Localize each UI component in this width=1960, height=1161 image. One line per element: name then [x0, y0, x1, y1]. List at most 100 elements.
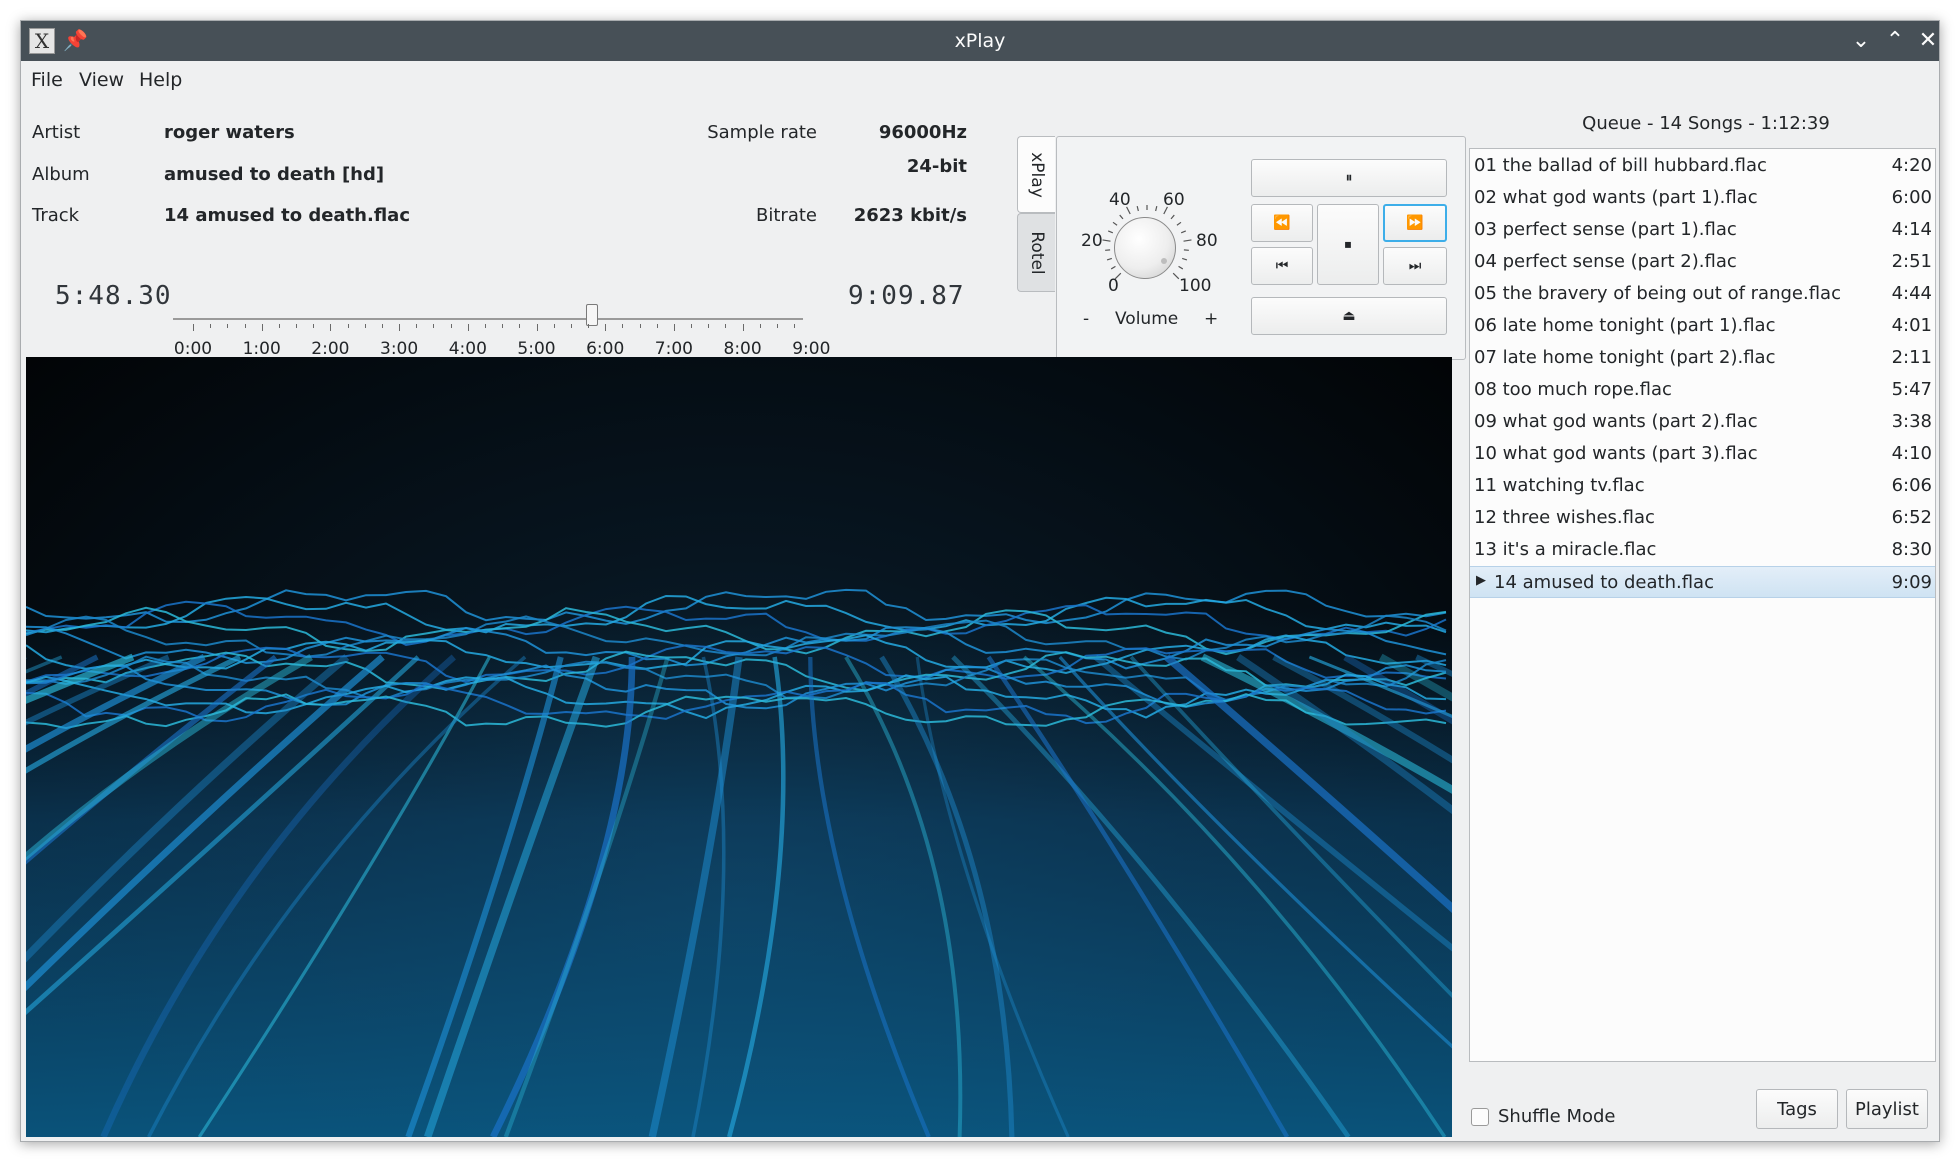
- seek-tick: [296, 324, 298, 328]
- seek-tick: [622, 324, 624, 328]
- seek-tick: [605, 324, 607, 331]
- volume-scale-80: 80: [1196, 231, 1218, 251]
- pause-button[interactable]: ⏸: [1251, 159, 1447, 197]
- queue-item[interactable]: 03 perfect sense (part 1).flac 4:14: [1470, 214, 1935, 246]
- tab-rotel[interactable]: Rotel: [1017, 213, 1055, 292]
- sample-rate-label: Sample rate: [707, 122, 817, 143]
- volume-knob[interactable]: [1114, 217, 1176, 279]
- previous-track-button[interactable]: ⏮: [1251, 247, 1313, 285]
- volume-minus[interactable]: -: [1083, 309, 1089, 329]
- tab-xplay[interactable]: xPlay: [1017, 136, 1055, 213]
- maximize-icon[interactable]: ⌃: [1881, 27, 1909, 55]
- queue-item[interactable]: 10 what god wants (part 3).flac 4:10: [1470, 438, 1935, 470]
- fast-forward-icon: ⏩: [1406, 215, 1424, 231]
- queue-item-duration: 9:09: [1891, 572, 1932, 593]
- playlist-button[interactable]: Playlist: [1846, 1089, 1928, 1129]
- seek-tick: [742, 324, 744, 331]
- queue-item[interactable]: 08 too much rope.flac 5:47: [1470, 374, 1935, 406]
- close-icon[interactable]: ✕: [1914, 27, 1939, 55]
- seek-tick: [193, 324, 194, 331]
- bitrate-label: Bitrate: [756, 205, 817, 226]
- seek-tick: [364, 324, 366, 328]
- queue-item[interactable]: 01 the ballad of bill hubbard.flac 4:20: [1470, 150, 1935, 182]
- queue-item[interactable]: 06 late home tonight (part 1).flac 4:01: [1470, 310, 1935, 342]
- queue-item-duration: 4:01: [1891, 315, 1932, 336]
- queue-list[interactable]: 01 the ballad of bill hubbard.flac 4:20 02…: [1469, 148, 1936, 1062]
- seek-tick-label: 9:00: [792, 339, 831, 359]
- queue-item-name: 06 late home tonight (part 1).flac: [1474, 315, 1776, 336]
- bit-depth-value: 24-bit: [906, 156, 967, 177]
- seek-handle[interactable]: [585, 304, 598, 326]
- menu-bar: File View Help: [21, 61, 1939, 101]
- menu-view[interactable]: View: [79, 69, 124, 91]
- queue-item-name: 12 three wishes.flac: [1474, 507, 1655, 528]
- seek-tick: [399, 324, 401, 331]
- minimize-icon[interactable]: ⌄: [1847, 27, 1875, 55]
- queue-item[interactable]: 13 it's a miracle.flac 8:30: [1470, 534, 1935, 566]
- seek-tick: [347, 324, 349, 328]
- rewind-button[interactable]: ⏪: [1251, 204, 1313, 242]
- seek-track[interactable]: [173, 318, 803, 320]
- seek-slider[interactable]: 0:00 1:00 2:00 3:00 4:00 5:00 6:00 7:00 8:00 9:00: [173, 291, 830, 361]
- queue-item-duration: 6:00: [1891, 187, 1932, 208]
- queue-item[interactable]: 05 the bravery of being out of range.fla…: [1470, 278, 1935, 310]
- seek-tick: [570, 324, 572, 328]
- album-label: Album: [32, 164, 90, 185]
- next-icon: ⏭: [1408, 258, 1422, 274]
- queue-item-duration: 5:47: [1891, 379, 1932, 400]
- menu-help[interactable]: Help: [139, 69, 182, 91]
- seek-tick: [725, 324, 727, 328]
- queue-item-duration: 6:52: [1891, 507, 1932, 528]
- seek-tick: [691, 324, 693, 328]
- queue-item-name: 04 perfect sense (part 2).flac: [1474, 251, 1737, 272]
- stop-button[interactable]: ⏹: [1317, 204, 1379, 285]
- queue-item-duration: 2:11: [1891, 347, 1932, 368]
- queue-item-name: 03 perfect sense (part 1).flac: [1474, 219, 1737, 240]
- queue-item[interactable]: 12 three wishes.flac 6:52: [1470, 502, 1935, 534]
- seek-tick: [536, 324, 538, 331]
- next-track-button[interactable]: ⏭: [1383, 247, 1447, 285]
- menu-file[interactable]: File: [31, 69, 63, 91]
- fast-forward-button[interactable]: ⏩: [1383, 204, 1447, 242]
- seek-tick: [210, 324, 212, 328]
- queue-item-name: 09 what god wants (part 2).flac: [1474, 411, 1758, 432]
- volume-plus[interactable]: +: [1204, 309, 1218, 329]
- seek-tick: [450, 324, 452, 328]
- queue-title: Queue - 14 Songs - 1:12:39: [1582, 113, 1830, 134]
- sample-rate-value: 96000Hz: [878, 122, 967, 143]
- queue-item-name: 01 the ballad of bill hubbard.flac: [1474, 155, 1767, 176]
- queue-item-duration: 4:20: [1891, 155, 1932, 176]
- seek-tick: [484, 324, 486, 328]
- previous-icon: ⏮: [1275, 258, 1289, 274]
- eject-button[interactable]: ⏏: [1251, 297, 1447, 335]
- queue-item[interactable]: 11 watching tv.flac 6:06: [1470, 470, 1935, 502]
- stop-icon: ⏹: [1344, 236, 1352, 253]
- bitrate-value: 2623 kbit/s: [853, 205, 967, 226]
- artist-label: Artist: [32, 122, 81, 143]
- tags-button[interactable]: Tags: [1756, 1089, 1838, 1129]
- queue-item[interactable]: 09 what god wants (part 2).flac 3:38: [1470, 406, 1935, 438]
- window-title: xPlay: [954, 30, 1006, 52]
- seek-tick-label: 7:00: [654, 339, 693, 359]
- seek-tick: [639, 324, 641, 328]
- track-value: 14 amused to death.flac: [164, 205, 410, 226]
- queue-item-name: 11 watching tv.flac: [1474, 475, 1645, 496]
- queue-item[interactable]: 02 what god wants (part 1).flac 6:00: [1470, 182, 1935, 214]
- seek-tick: [313, 324, 315, 328]
- seek-tick: [502, 324, 504, 328]
- visualization: [26, 357, 1452, 1137]
- seek-tick: [776, 324, 778, 328]
- seek-tick: [656, 324, 658, 328]
- title-bar: X 📌 xPlay ⌄ ⌃ ✕: [21, 21, 1939, 61]
- queue-item[interactable]: ▶ 14 amused to death.flac 9:09: [1470, 566, 1935, 598]
- seek-tick: [794, 324, 796, 328]
- queue-item[interactable]: 04 perfect sense (part 2).flac 2:51: [1470, 246, 1935, 278]
- seek-tick: [416, 324, 418, 328]
- queue-item-name: 05 the bravery of being out of range.fla…: [1474, 283, 1841, 304]
- queue-item[interactable]: 07 late home tonight (part 2).flac 2:11: [1470, 342, 1935, 374]
- seek-tick: [708, 324, 710, 328]
- app-window: X 📌 xPlay ⌄ ⌃ ✕ File View Help Artist ro…: [20, 20, 1940, 1142]
- queue-item-name: 10 what god wants (part 3).flac: [1474, 443, 1758, 464]
- seek-tick: [553, 324, 555, 328]
- shuffle-checkbox-box[interactable]: [1471, 1108, 1489, 1126]
